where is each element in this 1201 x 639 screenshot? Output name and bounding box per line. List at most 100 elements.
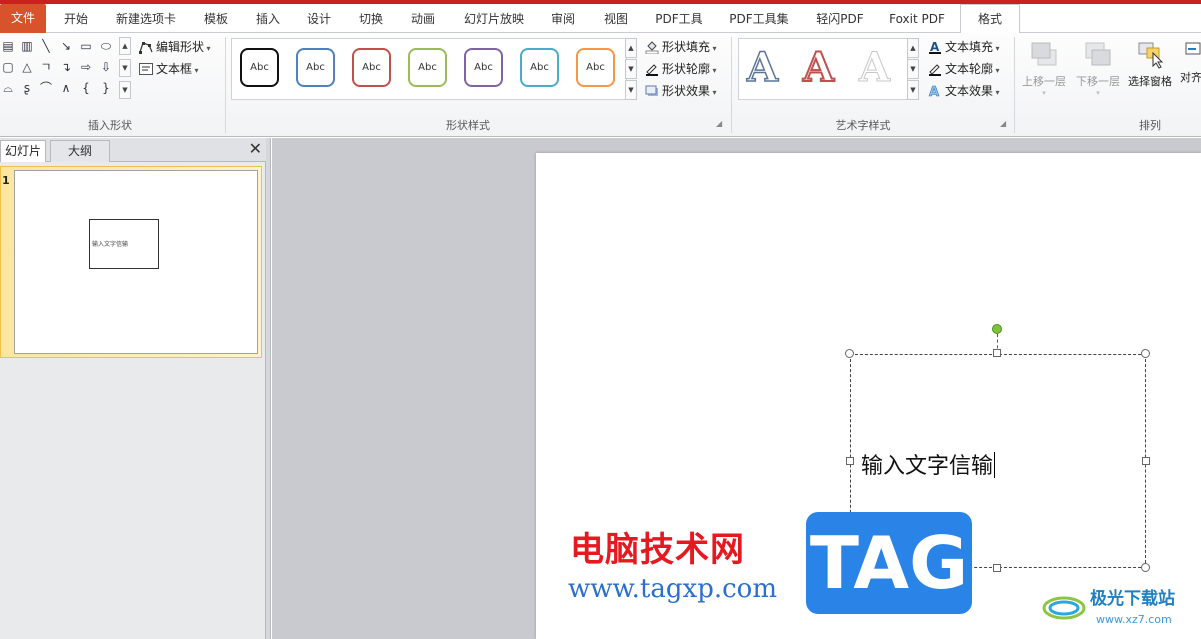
shapes-scroll-up-icon[interactable]: ▲ [119, 37, 131, 55]
textbox-shape-icon[interactable]: ▤ [0, 39, 16, 53]
tab-slides[interactable]: 幻灯片 [0, 140, 46, 162]
shape-style-blue[interactable]: Abc [296, 48, 335, 87]
arrange-group-label: 排列 [1139, 119, 1161, 132]
scribble-shape-icon[interactable]: ʂ [19, 81, 35, 95]
wordart-style-outline[interactable]: A [746, 43, 779, 92]
line-shape-icon[interactable]: ╲ [38, 39, 54, 53]
send-backward-button[interactable]: 下移一层 ▾ [1072, 39, 1124, 97]
svg-text:A: A [929, 85, 939, 98]
shape-style-green[interactable]: Abc [408, 48, 447, 87]
watermark-tag-logo: TAG [806, 512, 972, 614]
rectangle-shape-icon[interactable]: ▭ [78, 39, 94, 53]
pen-icon [645, 62, 659, 76]
wordart-style-light[interactable]: A [858, 44, 890, 92]
tab-outline[interactable]: 大纲 [50, 140, 110, 162]
resize-handle-left[interactable] [846, 457, 854, 465]
tab-file[interactable]: 文件 [0, 4, 46, 33]
tab-foxit-pdf[interactable]: Foxit PDF [884, 8, 950, 30]
text-effects-label: 文本效果 [945, 84, 994, 98]
tab-home[interactable]: 开始 [55, 8, 97, 30]
tab-slideshow[interactable]: 幻灯片放映 [458, 8, 530, 30]
shape-styles-launcher-icon[interactable]: ◢ [716, 119, 722, 128]
triangle-shape-icon[interactable]: △ [19, 60, 35, 74]
wordart-group-label: 艺术字样式 [835, 119, 891, 132]
shape-style-red[interactable]: Abc [352, 48, 391, 87]
tab-pdf-tools[interactable]: PDF工具 [650, 8, 708, 30]
tab-view[interactable]: 视图 [596, 8, 636, 30]
wordart-style-red[interactable]: A [802, 43, 835, 92]
tab-transitions[interactable]: 切换 [351, 8, 391, 30]
rotation-handle[interactable] [992, 324, 1002, 334]
vertical-textbox-icon[interactable]: ▥ [19, 39, 35, 53]
text-outline-button[interactable]: 文本轮廓 ▾ [928, 60, 1000, 78]
freeform-shape-icon[interactable]: ⌓ [0, 81, 16, 95]
right-brace-icon[interactable]: } [98, 81, 114, 95]
wordart-scroll-up-icon[interactable]: ▲ [907, 38, 919, 58]
down-arrow-shape-icon[interactable]: ⇩ [98, 60, 114, 74]
styles-scroll-down-icon[interactable]: ▼ [625, 59, 637, 79]
bring-forward-button[interactable]: 上移一层 ▾ [1018, 39, 1070, 97]
selection-pane-button[interactable]: 选择窗格 [1124, 39, 1176, 89]
styles-more-icon[interactable]: ▼ [625, 80, 637, 100]
arc-shape-icon[interactable]: ⌒ [38, 81, 54, 95]
watermark-site-url: www.xz7.com [1096, 613, 1172, 626]
elbow-connector-icon[interactable]: ㄱ [38, 60, 54, 74]
tab-pdf-toolset[interactable]: PDF工具集 [726, 8, 792, 30]
align-label: 对齐 [1180, 71, 1201, 84]
text-fill-button[interactable]: A 文本填充 ▾ [928, 38, 1000, 56]
resize-handle-top-right[interactable] [1141, 349, 1150, 358]
shape-style-black[interactable]: Abc [240, 48, 279, 87]
resize-handle-bottom-right[interactable] [1141, 563, 1150, 572]
tab-insert[interactable]: 插入 [248, 8, 288, 30]
panel-splitter[interactable] [266, 138, 271, 639]
wordart-more-icon[interactable]: ▼ [907, 80, 919, 100]
panel-tabs: 幻灯片 大纲 ✕ [0, 138, 266, 162]
text-box-icon [139, 62, 153, 76]
tab-format[interactable]: 格式 [960, 4, 1020, 34]
text-cursor [994, 452, 996, 478]
slides-panel: 幻灯片 大纲 ✕ 1 输入文字信输 [0, 138, 266, 639]
resize-handle-right[interactable] [1142, 457, 1150, 465]
resize-handle-bottom[interactable] [993, 564, 1001, 572]
oval-shape-icon[interactable]: ⬭ [98, 39, 114, 53]
shapes-more-icon[interactable]: ▼ [119, 81, 131, 99]
align-button[interactable]: 对齐 [1180, 39, 1201, 85]
text-effects-button[interactable]: A 文本效果 ▾ [928, 82, 1000, 100]
shape-outline-button[interactable]: 形状轮廓 ▾ [645, 60, 717, 78]
wordart-launcher-icon[interactable]: ◢ [1000, 119, 1006, 128]
shape-text-content[interactable]: 输入文字信输 [861, 448, 996, 480]
edit-shape-button[interactable]: 编辑形状 ▾ [139, 38, 211, 56]
rounded-rect-icon[interactable]: ▢ [0, 60, 16, 74]
shape-effects-button[interactable]: 形状效果 ▾ [645, 82, 717, 100]
tab-new-tab[interactable]: 新建选项卡 [109, 8, 183, 30]
wordart-scroll-down-icon[interactable]: ▼ [907, 59, 919, 79]
tab-animations[interactable]: 动画 [403, 8, 443, 30]
slide-number: 1 [2, 174, 10, 187]
shape-fill-button[interactable]: 形状填充 ▾ [645, 38, 717, 56]
slide-thumbnail[interactable]: 输入文字信输 [14, 170, 258, 354]
bring-forward-icon [1029, 39, 1059, 69]
text-fill-label: 文本填充 [945, 40, 994, 54]
text-outline-label: 文本轮廓 [945, 62, 994, 76]
elbow-arrow-icon[interactable]: ↴ [58, 60, 74, 74]
resize-handle-top-left[interactable] [845, 349, 854, 358]
text-box-button[interactable]: 文本框 ▾ [139, 60, 199, 78]
shapes-scroll-down-icon[interactable]: ▼ [119, 59, 131, 77]
tab-template[interactable]: 模板 [196, 8, 236, 30]
close-panel-icon[interactable]: ✕ [249, 139, 262, 158]
tab-design[interactable]: 设计 [299, 8, 339, 30]
text-outline-icon [928, 62, 942, 76]
thumbnail-shape-text: 输入文字信输 [92, 241, 129, 248]
resize-handle-top[interactable] [993, 349, 1001, 357]
shape-style-orange[interactable]: Abc [576, 48, 615, 87]
shape-style-aqua[interactable]: Abc [520, 48, 559, 87]
tab-review[interactable]: 审阅 [543, 8, 583, 30]
tab-qingshan-pdf[interactable]: 轻闪PDF [810, 8, 870, 30]
styles-scroll-up-icon[interactable]: ▲ [625, 38, 637, 58]
left-brace-icon[interactable]: { [78, 81, 94, 95]
right-arrow-shape-icon[interactable]: ⇨ [78, 60, 94, 74]
text-effects-icon: A [928, 84, 942, 101]
curve-shape-icon[interactable]: ∧ [58, 81, 74, 95]
shape-style-purple[interactable]: Abc [464, 48, 503, 87]
arrow-line-icon[interactable]: ↘ [58, 39, 74, 53]
